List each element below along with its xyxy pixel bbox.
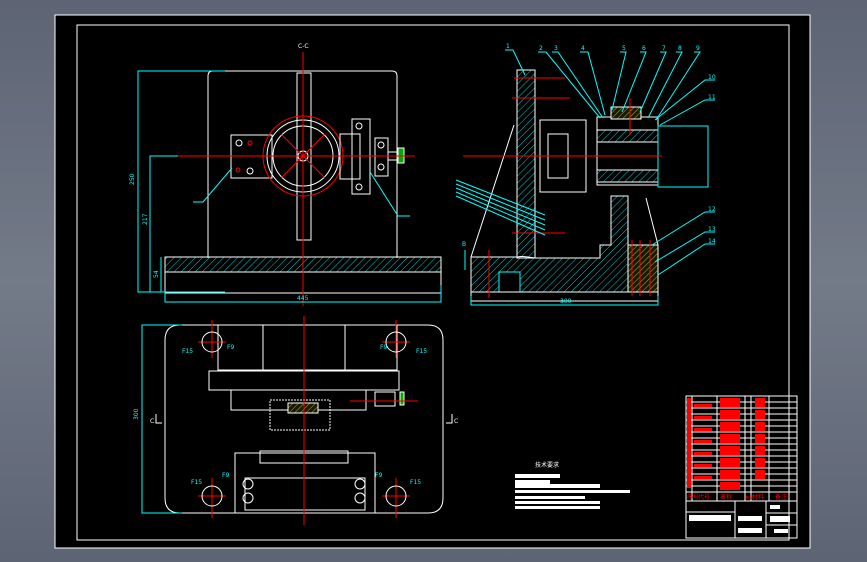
part-number-3: 3	[554, 45, 558, 52]
callout-f9: F9	[380, 344, 387, 351]
part-number-14: 14	[708, 238, 716, 245]
cad-drawing-canvas[interactable]: C-C 250 217 54 445 300 B 1 2 3 4 5 6 7 8…	[0, 0, 867, 562]
callout-f9: F9	[375, 472, 382, 479]
part-number-7: 7	[662, 45, 666, 52]
plan-height-dim: 300	[133, 408, 140, 420]
part-number-5: 5	[622, 45, 626, 52]
part-number-1: 1	[506, 43, 510, 50]
datum-label: B	[462, 241, 466, 248]
side-width-dim: 300	[560, 298, 572, 305]
part-number-6: 6	[642, 45, 646, 52]
callout-f9: F9	[222, 472, 229, 479]
part-number-9: 9	[696, 45, 700, 52]
plan-knurled-knob[interactable]	[399, 391, 405, 406]
callout-f15: F15	[410, 479, 421, 486]
callout-f15: F15	[191, 479, 202, 486]
bom-header-code: 代号	[698, 493, 710, 501]
part-number-11: 11	[708, 94, 716, 101]
bom-header-remarks: 备注	[775, 493, 787, 501]
callout-f15: F15	[416, 348, 427, 355]
dim-base: 54	[153, 270, 160, 278]
bom-header-name: 名称	[720, 493, 732, 501]
dim-height-center: 217	[142, 213, 149, 225]
part-number-8: 8	[678, 45, 682, 52]
section-mark-right: C	[454, 418, 458, 425]
part-number-10: 10	[708, 74, 716, 81]
tech-requirements-title: 技术要求	[535, 461, 559, 469]
dim-height-total: 250	[129, 173, 136, 185]
part-number-4: 4	[581, 45, 585, 52]
clamp-nut	[610, 106, 642, 120]
callout-f9: F9	[227, 344, 234, 351]
bom-header-material: 材料	[752, 493, 764, 501]
section-mark-left: C	[150, 418, 154, 425]
part-number-2: 2	[539, 45, 543, 52]
callout-f15: F15	[182, 348, 193, 355]
part-number-12: 12	[708, 206, 716, 213]
section-label: C-C	[298, 43, 309, 50]
dim-width: 445	[297, 295, 309, 302]
part-number-13: 13	[708, 226, 716, 233]
